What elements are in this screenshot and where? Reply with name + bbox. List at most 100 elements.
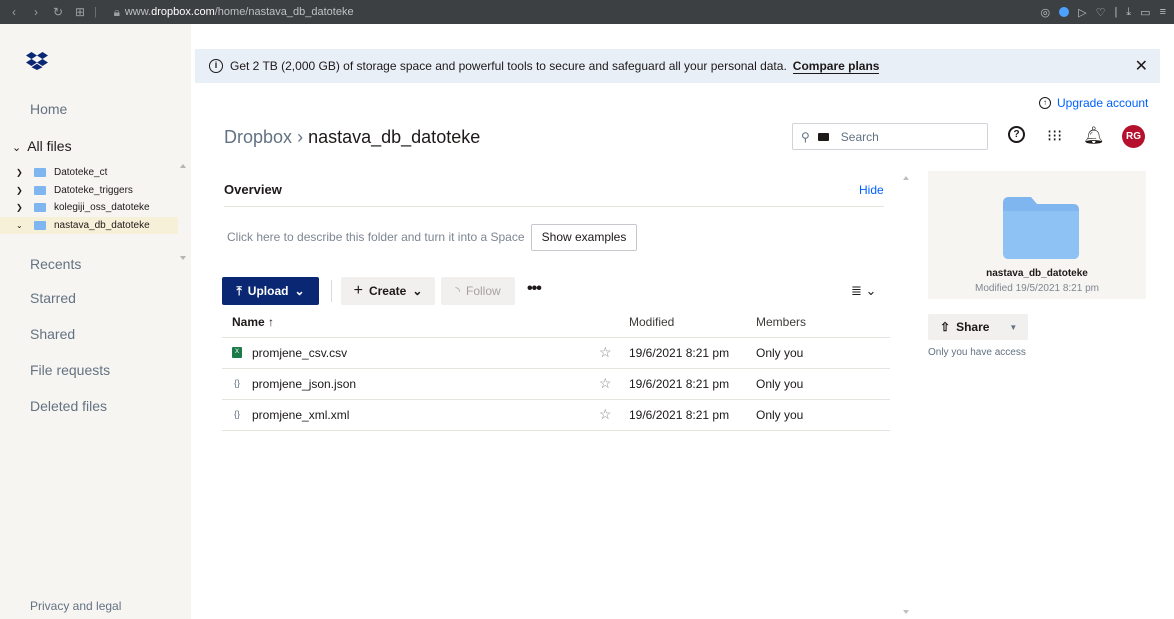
sidebar-item-all-files[interactable]: ⌄ All files [12, 138, 72, 154]
column-header-members[interactable]: Members [756, 315, 806, 329]
file-members: Only you [756, 346, 804, 360]
create-button[interactable]: + Create ⌄ [341, 277, 435, 305]
view-mode-list-icon[interactable]: ≣ ⌄ [851, 283, 876, 299]
forward-icon[interactable]: › [28, 5, 44, 19]
tree-item-label: kolegiji_oss_datoteke [54, 202, 150, 214]
address-bar[interactable]: www.dropbox.com/home/nastava_db_datoteke [125, 6, 354, 18]
breadcrumb: Dropbox › nastava_db_datoteke [224, 127, 480, 148]
column-header-name[interactable]: Name ↑ [232, 315, 274, 329]
avatar[interactable]: RG [1122, 125, 1145, 148]
folder-tree: ❯ Datoteke_ct ❯ Datoteke_triggers ❯ kole… [0, 164, 178, 234]
menu-icon[interactable]: ≡ [1160, 6, 1166, 18]
url-path: /home/nastava_db_datoteke [214, 6, 354, 18]
sidebar-item-recents[interactable]: Recents [30, 256, 81, 272]
battery-icon[interactable]: ▭ [1140, 6, 1150, 19]
upload-icon: ⤒ [236, 283, 242, 298]
file-name[interactable]: promjene_json.json [252, 377, 356, 391]
url-prefix: www. [124, 6, 152, 18]
upgrade-account-link[interactable]: ↑ Upgrade account [1039, 96, 1148, 110]
chevron-down-icon[interactable]: ⌄ [16, 221, 26, 230]
tree-scrollbar[interactable] [179, 162, 187, 262]
back-icon[interactable]: ‹ [6, 5, 22, 19]
privacy-link[interactable]: Privacy and legal [30, 599, 121, 613]
file-members: Only you [756, 377, 804, 391]
sidebar: Home ⌄ All files ❯ Datoteke_ct ❯ Datoteke… [0, 24, 191, 619]
folder-icon [1003, 197, 1079, 259]
search-placeholder: Search [840, 129, 879, 144]
tree-item-selected[interactable]: ⌄ nastava_db_datoteke [0, 216, 178, 234]
chevron-right-icon[interactable]: ❯ [16, 168, 26, 177]
url-domain: dropbox.com [151, 6, 215, 18]
more-options-icon[interactable]: ••• [527, 280, 542, 298]
sort-arrow-up-icon: ↑ [268, 315, 275, 329]
sidebar-item-deleted-files[interactable]: Deleted files [30, 398, 107, 414]
shield-icon[interactable] [1059, 7, 1070, 17]
file-members: Only you [756, 408, 804, 422]
sidebar-item-file-requests[interactable]: File requests [30, 362, 110, 378]
tree-item[interactable]: ❯ kolegiji_oss_datoteke [0, 199, 178, 217]
apps-grid-icon[interactable]: ⊞ [72, 5, 88, 19]
access-status: Only you have access [928, 347, 1026, 358]
folder-icon [34, 220, 46, 230]
star-icon[interactable]: ☆ [599, 344, 612, 361]
close-icon[interactable]: ✕ [1135, 56, 1148, 76]
play-icon[interactable]: ▷ [1078, 6, 1086, 19]
browser-toolbar: ‹ › ↻ ⊞ | 🔒︎ www.dropbox.com/home/nastav… [0, 0, 1174, 24]
breadcrumb-root[interactable]: Dropbox [224, 127, 292, 147]
folder-icon [34, 203, 46, 213]
help-icon[interactable]: ? [1008, 126, 1025, 143]
file-modified: 19/6/2021 8:21 pm [629, 377, 730, 391]
share-button[interactable]: ⇧ Share ▼ [928, 314, 1028, 340]
app-grid-icon[interactable]: ⁝⁝⁝ [1047, 126, 1062, 146]
search-icon: ⚲ [801, 129, 810, 144]
toolbar-divider [331, 280, 332, 302]
compare-plans-link[interactable]: Compare plans [792, 59, 880, 74]
toolbar-divider-right: | [1114, 6, 1118, 18]
sidebar-item-starred[interactable]: Starred [30, 290, 76, 306]
code-file-icon: {} [233, 409, 240, 419]
chevron-right-icon[interactable]: ❯ [16, 203, 26, 212]
chevron-down-icon: ⌄ [294, 284, 305, 298]
follow-button[interactable]: ◝ Follow [441, 277, 515, 305]
table-row[interactable]: {} promjene_xml.xml ☆ 19/6/2021 8:21 pm … [222, 400, 890, 430]
show-examples-button[interactable]: Show examples [531, 224, 637, 251]
tree-item[interactable]: ❯ Datoteke_ct [0, 164, 178, 182]
search-input[interactable]: ⚲ Search [792, 123, 988, 150]
arrow-up-circle-icon: ↑ [1039, 97, 1051, 109]
chevron-down-icon: ⌄ [12, 142, 22, 154]
file-name[interactable]: promjene_csv.csv [252, 346, 347, 360]
hide-overview-link[interactable]: Hide [859, 183, 884, 197]
main-scrollbar[interactable] [901, 171, 911, 619]
chevron-down-icon[interactable]: ▼ [1009, 323, 1017, 332]
table-row[interactable]: {} promjene_json.json ☆ 19/6/2021 8:21 p… [222, 369, 890, 399]
camera-icon[interactable]: ◎ [1040, 6, 1050, 19]
column-name-label: Name [232, 315, 265, 329]
file-name[interactable]: promjene_xml.xml [252, 408, 349, 422]
chevron-right-icon[interactable]: ❯ [16, 186, 26, 195]
chevron-down-icon: ⌄ [412, 284, 423, 298]
column-header-modified[interactable]: Modified [629, 315, 674, 329]
toolbar-divider: | [94, 6, 97, 18]
star-icon[interactable]: ☆ [599, 406, 612, 423]
heart-icon[interactable]: ♡ [1096, 6, 1106, 19]
download-icon[interactable]: ⤓ [1126, 6, 1131, 19]
file-modified: 19/6/2021 8:21 pm [629, 346, 730, 360]
follow-label: Follow [465, 284, 501, 298]
sidebar-item-shared[interactable]: Shared [30, 326, 75, 342]
banner-text: Get 2 TB (2,000 GB) of storage space and… [230, 59, 787, 73]
table-row[interactable]: X promjene_csv.csv ☆ 19/6/2021 8:21 pm O… [222, 338, 890, 368]
tree-item[interactable]: ❯ Datoteke_triggers [0, 182, 178, 200]
storage-banner: i Get 2 TB (2,000 GB) of storage space a… [195, 49, 1160, 83]
dropbox-logo-icon[interactable] [26, 52, 48, 70]
sidebar-item-home[interactable]: Home [30, 101, 67, 117]
star-icon[interactable]: ☆ [599, 375, 612, 392]
reload-icon[interactable]: ↻ [50, 5, 66, 19]
create-label: Create [368, 284, 407, 298]
folder-filter-icon[interactable] [817, 132, 829, 141]
divider [224, 206, 884, 207]
upload-button[interactable]: ⤒ Upload ⌄ [222, 277, 319, 305]
upload-label: Upload [247, 284, 289, 298]
csv-icon: X [232, 347, 242, 358]
bell-icon[interactable]: 🔔︎ [1083, 126, 1105, 146]
describe-folder-prompt[interactable]: Click here to describe this folder and t… [227, 230, 525, 244]
